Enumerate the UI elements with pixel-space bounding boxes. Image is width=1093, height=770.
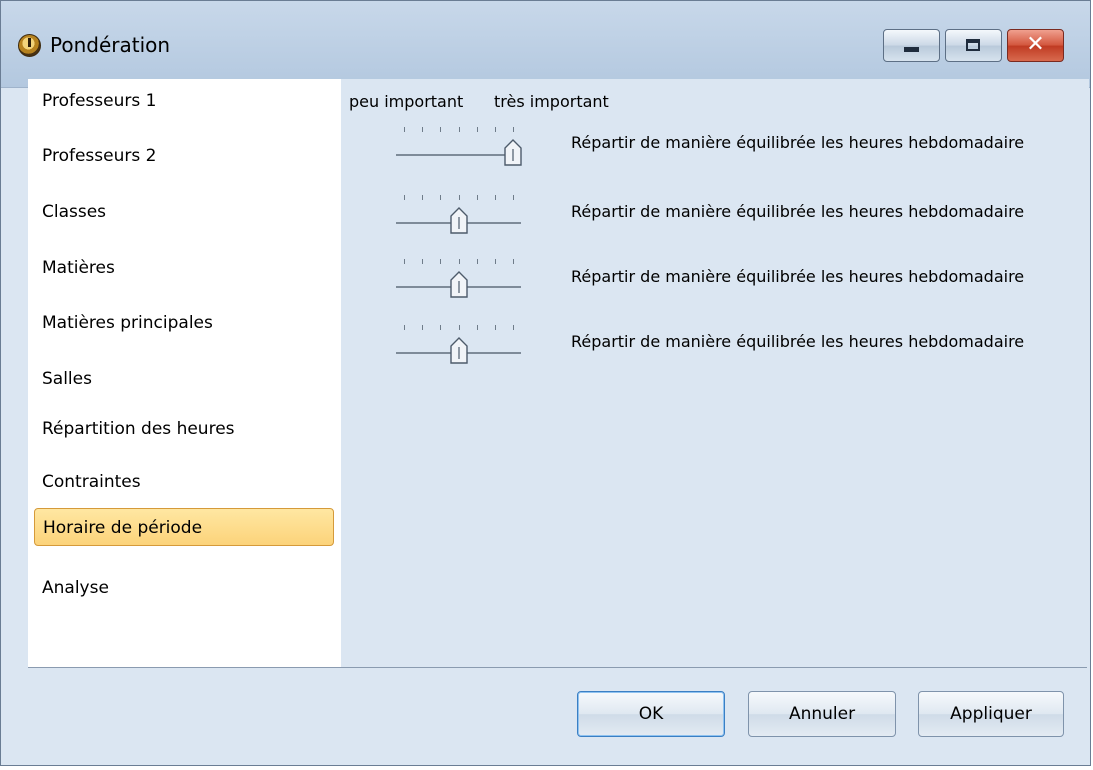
slider-tick (513, 195, 514, 200)
slider-tick (513, 259, 514, 264)
window-title: Pondération (50, 33, 171, 57)
ok-button[interactable]: OK (577, 691, 725, 737)
sidebar-item-repartition-des-heures[interactable]: Répartition des heures (34, 410, 334, 448)
slider-tick (404, 195, 405, 200)
slider-tick (494, 259, 496, 264)
sidebar-item-contraintes[interactable]: Contraintes (34, 463, 334, 501)
slider-tick (494, 195, 496, 200)
scale-low-label: peu important (349, 92, 464, 111)
sidebar-item-classes[interactable]: Classes (34, 193, 334, 231)
slider-tick (513, 127, 514, 132)
slider-tick (476, 127, 478, 132)
slider-tick (422, 325, 424, 330)
dialog-footer: OK Annuler Appliquer (28, 668, 1087, 760)
slider-thumb[interactable] (503, 139, 523, 167)
slider-tick (494, 127, 496, 132)
scale-high-label: très important (494, 92, 609, 111)
slider-tick (458, 195, 460, 200)
ponderation-dialog: Pondération ✕ Professeurs 1 Professeurs … (0, 0, 1091, 766)
slider-tick (476, 259, 478, 264)
sidebar-item-matieres-principales[interactable]: Matières principales (34, 304, 334, 342)
weight-row-label: Répartir de manière équilibrée les heure… (571, 332, 1025, 351)
slider-tick (440, 259, 442, 264)
weight-slider[interactable] (396, 187, 521, 237)
weight-row-label: Répartir de manière équilibrée les heure… (571, 267, 1025, 286)
slider-tick (404, 127, 405, 132)
weight-row-label: Répartir de manière équilibrée les heure… (571, 133, 1025, 152)
title-bar[interactable]: Pondération ✕ (1, 1, 1090, 88)
slider-thumb[interactable] (449, 271, 469, 299)
minimize-icon (904, 47, 919, 52)
minimize-button[interactable] (883, 29, 940, 62)
slider-tick (476, 195, 478, 200)
weight-slider[interactable] (396, 251, 521, 301)
apply-button[interactable]: Appliquer (918, 691, 1064, 737)
cancel-button[interactable]: Annuler (748, 691, 896, 737)
slider-tick (458, 325, 460, 330)
slider-tick (404, 325, 405, 330)
slider-tick (476, 325, 478, 330)
weight-row-label: Répartir de manière équilibrée les heure… (571, 202, 1025, 221)
sidebar-item-salles[interactable]: Salles (34, 360, 334, 398)
slider-tick (440, 127, 442, 132)
maximize-button[interactable] (945, 29, 1002, 62)
slider-tick (422, 259, 424, 264)
slider-thumb[interactable] (449, 337, 469, 365)
sidebar-item-professeurs-2[interactable]: Professeurs 2 (34, 137, 334, 175)
slider-tick (422, 127, 424, 132)
slider-tick (422, 195, 424, 200)
close-button[interactable]: ✕ (1007, 29, 1064, 62)
slider-tick (513, 325, 514, 330)
slider-tick (440, 195, 442, 200)
category-list: Professeurs 1 Professeurs 2 Classes Mati… (28, 79, 341, 667)
close-icon: ✕ (1026, 32, 1045, 57)
sidebar-item-matieres[interactable]: Matières (34, 249, 334, 287)
sidebar-item-professeurs-1[interactable]: Professeurs 1 (34, 82, 334, 120)
sidebar-item-horaire-de-periode[interactable]: Horaire de période (34, 508, 334, 546)
slider-tick (458, 127, 460, 132)
slider-tick (494, 325, 496, 330)
sidebar-item-analyse[interactable]: Analyse (34, 569, 334, 607)
weight-slider[interactable] (396, 119, 523, 169)
maximize-icon (966, 39, 980, 51)
clock-icon (18, 34, 41, 57)
slider-tick (404, 259, 405, 264)
slider-thumb[interactable] (449, 207, 469, 235)
weight-slider[interactable] (396, 317, 521, 367)
weighting-panel: peu important très important Répartir de… (341, 79, 1089, 667)
slider-tick (440, 325, 442, 330)
slider-tick (458, 259, 460, 264)
